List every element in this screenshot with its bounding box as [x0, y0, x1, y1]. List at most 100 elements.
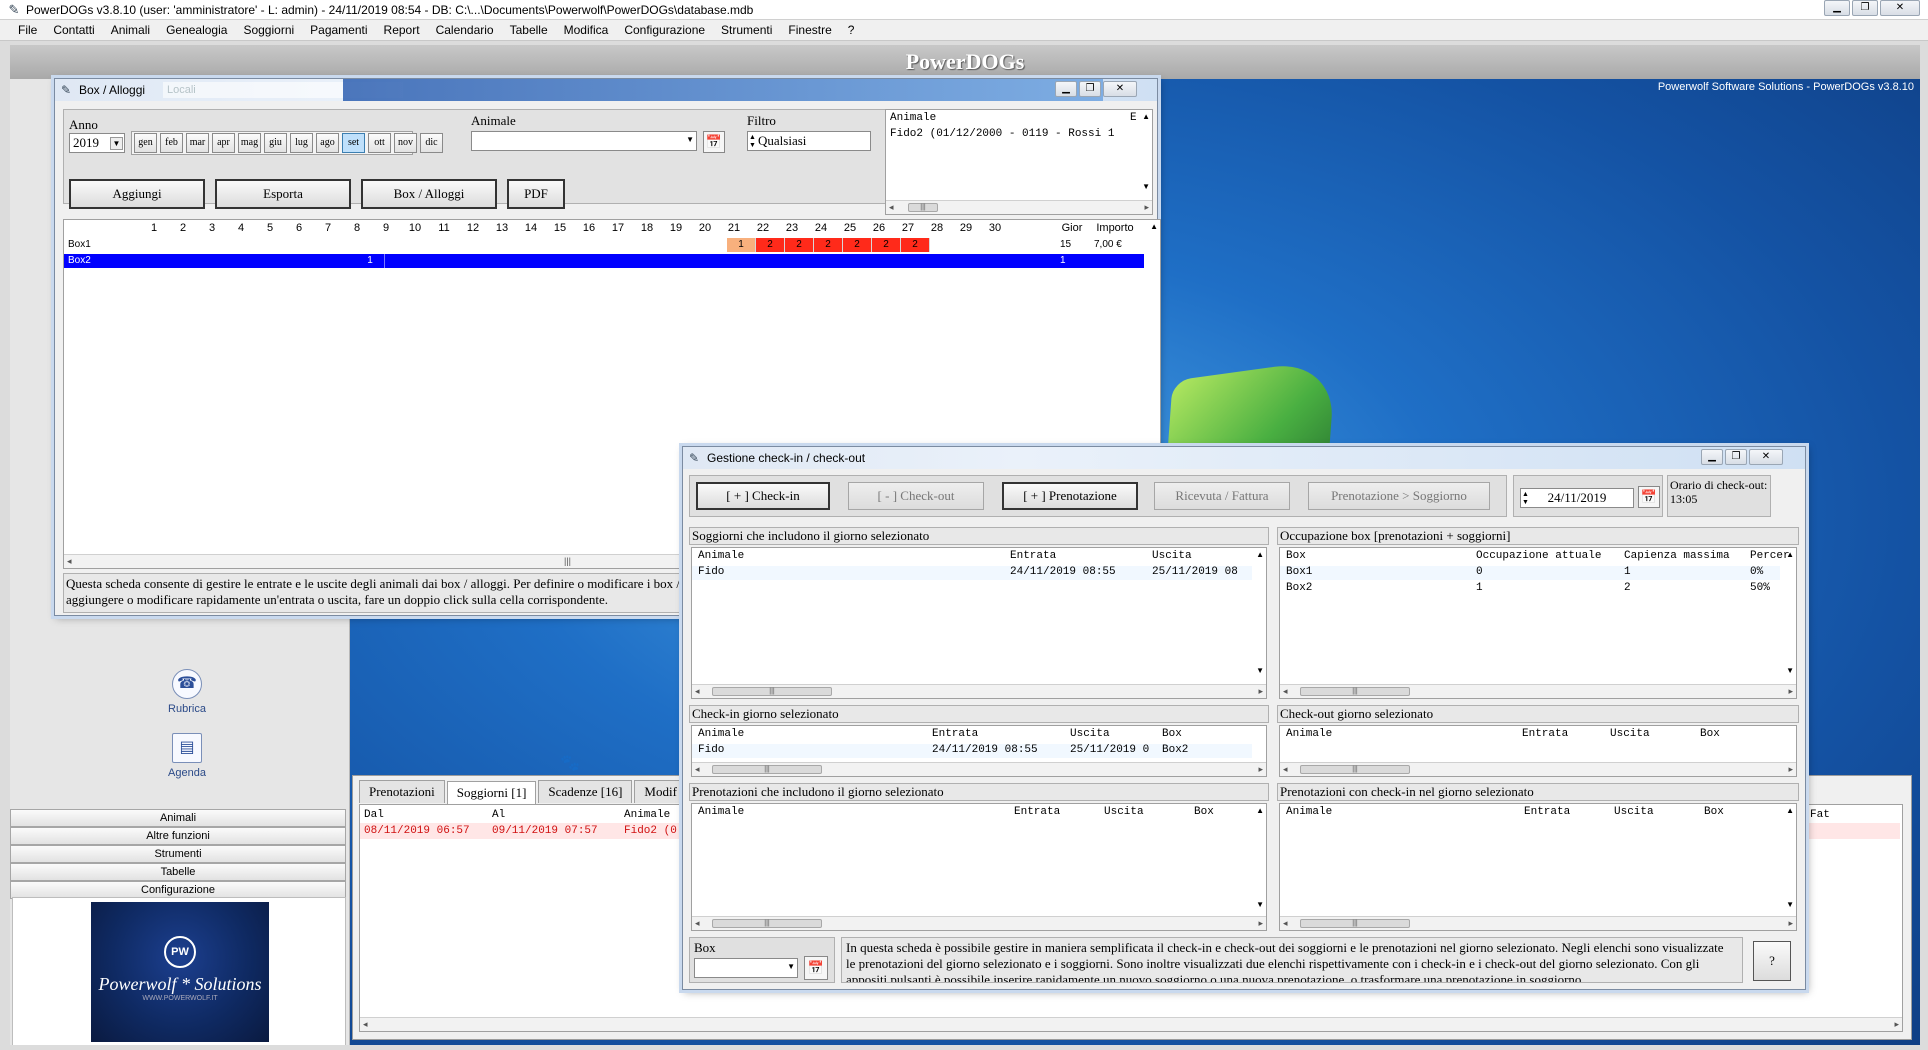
minimize-button[interactable]: ▁ [1055, 81, 1077, 97]
scroll-thumb[interactable]: ||| [712, 687, 832, 696]
day-cell[interactable]: 1 [356, 254, 385, 268]
chevron-down-icon[interactable]: ▼ [787, 962, 795, 971]
scroll-up-arrow-icon[interactable]: ▲ [1256, 806, 1264, 815]
maximize-button[interactable]: ❐ [1852, 0, 1878, 16]
col-al[interactable]: Al [492, 807, 505, 823]
col-entrata[interactable]: Entrata [1010, 550, 1056, 562]
prenotazione-soggiorno-button[interactable]: Prenotazione > Soggiorno [1308, 482, 1490, 510]
menu-help[interactable]: ? [840, 23, 863, 37]
scroll-thumb[interactable]: ||| [908, 203, 938, 212]
close-button[interactable]: ✕ [1103, 81, 1137, 97]
scroll-thumb[interactable]: ||| [1300, 919, 1410, 928]
date-picker-button[interactable]: 📅 [1638, 486, 1660, 508]
box1-row[interactable]: Box1 1 2 2 2 2 2 2 15 7,00 € [64, 238, 1144, 252]
day-cell[interactable]: 2 [872, 238, 901, 252]
day-cell[interactable]: 2 [756, 238, 785, 252]
scroll-down-arrow-icon[interactable]: ▼ [1142, 182, 1150, 191]
scroll-down-arrow-icon[interactable]: ▼ [1786, 900, 1794, 909]
maximize-button[interactable]: ❐ [1725, 449, 1747, 465]
tab-soggiorni[interactable]: Soggiorni [1] [446, 781, 537, 804]
nav-tabelle[interactable]: Tabelle [10, 863, 346, 881]
chevron-down-icon[interactable]: ▼ [686, 135, 694, 144]
horizontal-scrollbar[interactable]: ◂ ||| ▸ [692, 684, 1266, 698]
day-cell[interactable]: 2 [901, 238, 930, 252]
scroll-up-arrow-icon[interactable]: ▲ [1786, 550, 1794, 559]
col-box[interactable]: Box [1700, 728, 1720, 740]
anno-select[interactable]: 2019 ▼ [69, 133, 125, 153]
box-lookup-button[interactable]: 📅 [804, 956, 828, 980]
scroll-right-arrow-icon[interactable]: ▸ [1788, 685, 1793, 698]
col-animale[interactable]: Animale [698, 550, 744, 562]
col-box[interactable]: Box [1194, 806, 1214, 818]
month-mag[interactable]: mag [238, 133, 261, 153]
esporta-button[interactable]: Esporta [215, 179, 351, 209]
scroll-right-arrow-icon[interactable]: ▸ [1894, 1018, 1899, 1031]
col-uscita[interactable]: Uscita [1104, 806, 1144, 818]
col-fat[interactable]: Fat [1810, 807, 1830, 823]
scroll-left-arrow-icon[interactable]: ◂ [695, 917, 700, 930]
scroll-left-arrow-icon[interactable]: ◂ [1283, 763, 1288, 776]
scroll-thumb[interactable]: ||| [1300, 687, 1410, 696]
table-row[interactable]: Fido 24/11/2019 08:55 25/11/2019 0 Box2 [692, 744, 1252, 758]
menu-animali[interactable]: Animali [103, 23, 158, 37]
prenotazioni-checkin-grid[interactable]: Animale Entrata Uscita Box ▲ ▼ ◂ ||| ▸ [1279, 803, 1797, 931]
scroll-right-arrow-icon[interactable]: ▸ [1788, 763, 1793, 776]
scroll-up-arrow-icon[interactable]: ▲ [1786, 806, 1794, 815]
scroll-down-arrow-icon[interactable]: ▼ [1256, 666, 1264, 675]
col-box[interactable]: Box [1162, 728, 1182, 740]
col-animale[interactable]: Animale [698, 728, 744, 740]
scroll-right-arrow-icon[interactable]: ▸ [1258, 917, 1263, 930]
nav-strumenti[interactable]: Strumenti [10, 845, 346, 863]
col-capienza[interactable]: Capienza massima [1624, 550, 1730, 562]
month-lug[interactable]: lug [290, 133, 313, 153]
menu-calendario[interactable]: Calendario [428, 23, 502, 37]
tab-scadenze[interactable]: Scadenze [16] [538, 780, 633, 803]
scroll-right-arrow-icon[interactable]: ▸ [1258, 685, 1263, 698]
scroll-up-arrow-icon[interactable]: ▲ [1142, 112, 1150, 121]
scroll-right-arrow-icon[interactable]: ▸ [1788, 917, 1793, 930]
date-field[interactable]: ▲ ▼ 24/11/2019 [1520, 488, 1634, 508]
col-box[interactable]: Box [1286, 550, 1306, 562]
menu-contatti[interactable]: Contatti [45, 23, 102, 37]
animale-select[interactable]: ▼ [471, 131, 697, 151]
filtro-select[interactable]: ▲ ▼ Qualsiasi [747, 131, 871, 151]
scroll-right-arrow-icon[interactable]: ▸ [1258, 763, 1263, 776]
col-entrata[interactable]: Entrata [1522, 728, 1568, 740]
scroll-left-arrow-icon[interactable]: ◂ [889, 201, 894, 214]
nav-animali[interactable]: Animali [10, 809, 346, 827]
month-giu[interactable]: giu [264, 133, 287, 153]
box2-row[interactable]: Box2 1 1 [64, 254, 1144, 268]
help-button[interactable]: ? [1753, 941, 1791, 981]
animale-lookup-button[interactable]: 📅 [703, 131, 725, 153]
day-cell[interactable]: 2 [843, 238, 872, 252]
col-animale[interactable]: Animale [1286, 806, 1332, 818]
month-ago[interactable]: ago [316, 133, 339, 153]
scroll-left-arrow-icon[interactable]: ◂ [67, 555, 72, 568]
col-entrata[interactable]: Entrata [1014, 806, 1060, 818]
month-gen[interactable]: gen [134, 133, 157, 153]
scroll-left-arrow-icon[interactable]: ◂ [1283, 685, 1288, 698]
box-alloggi-button[interactable]: Box / Alloggi [361, 179, 497, 209]
chevron-down-icon[interactable]: ▼ [110, 137, 123, 150]
menu-genealogia[interactable]: Genealogia [158, 23, 235, 37]
minimize-button[interactable]: ▁ [1701, 449, 1723, 465]
spin-icon[interactable]: ▲ ▼ [749, 133, 756, 149]
day-cell[interactable]: 2 [814, 238, 843, 252]
month-set[interactable]: set [342, 133, 365, 153]
list-item[interactable]: Fido2 (01/12/2000 - 0119 - Rossi 1 [890, 128, 1114, 140]
tab-prenotazioni[interactable]: Prenotazioni [359, 780, 445, 803]
col-animale[interactable]: Animale [624, 807, 670, 823]
menu-configurazione[interactable]: Configurazione [616, 23, 713, 37]
month-ott[interactable]: ott [368, 133, 391, 153]
col-uscita[interactable]: Uscita [1610, 728, 1650, 740]
col-entrata[interactable]: Entrata [932, 728, 978, 740]
scroll-grip-icon[interactable]: ||| [564, 555, 571, 568]
scroll-thumb[interactable]: ||| [712, 919, 822, 928]
scroll-down-arrow-icon[interactable]: ▼ [1786, 666, 1794, 675]
scroll-left-arrow-icon[interactable]: ◂ [695, 763, 700, 776]
menu-soggiorni[interactable]: Soggiorni [235, 23, 302, 37]
menu-pagamenti[interactable]: Pagamenti [302, 23, 375, 37]
menu-file[interactable]: File [10, 23, 45, 37]
horizontal-scrollbar[interactable]: ◂ ▸ [360, 1017, 1902, 1031]
close-button[interactable]: ✕ [1880, 0, 1920, 16]
